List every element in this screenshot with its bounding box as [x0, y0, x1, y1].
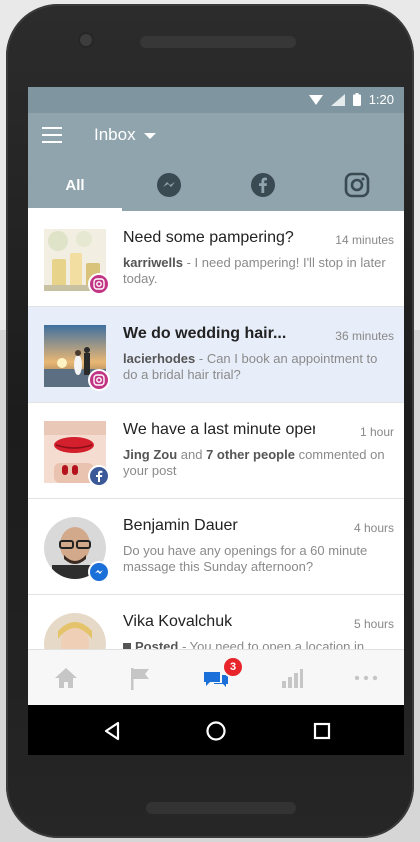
list-item[interactable]: We have a last minute open... 1 hour Jin… — [28, 403, 404, 499]
app-bar: Inbox — [28, 113, 404, 159]
message-title: Benjamin Dauer — [123, 517, 238, 534]
instagram-badge-icon — [88, 273, 110, 295]
app-screen: 1:20 Inbox All Need some pampering? 14 m… — [28, 87, 404, 755]
message-list: Need some pampering? 14 minutes karriwel… — [28, 211, 404, 649]
message-time: 4 hours — [353, 521, 394, 535]
message-preview: Posted - You need to open a location in — [123, 639, 389, 649]
caret-down-icon — [143, 133, 156, 139]
message-title: We do wedding hair... — [123, 325, 287, 342]
flag-icon — [131, 668, 149, 690]
message-time: 36 minutes — [335, 329, 394, 343]
status-time: 1:20 — [368, 92, 394, 107]
list-item[interactable]: Benjamin Dauer 4 hours Do you have any o… — [28, 499, 404, 595]
avatar — [44, 613, 106, 649]
message-title: Vika Kovalchuk — [123, 613, 233, 630]
list-item[interactable]: We do wedding hair... 36 minutes lacierh… — [28, 307, 404, 403]
bar-chart-icon — [282, 669, 303, 688]
front-camera — [80, 34, 92, 46]
bottom-nav: 3 — [28, 649, 404, 706]
home-circle-icon — [206, 721, 226, 741]
nav-stats[interactable] — [278, 664, 306, 692]
preview-text: - You need to open a location in — [178, 639, 365, 649]
status-bar: 1:20 — [28, 87, 404, 113]
recents-button[interactable] — [310, 719, 334, 743]
message-time: 14 minutes — [335, 233, 394, 247]
message-preview: karriwells - I need pampering! I'll stop… — [123, 255, 389, 287]
home-icon — [55, 668, 77, 688]
earpiece-speaker — [140, 36, 296, 48]
back-triangle-icon — [104, 721, 120, 741]
system-nav-bar — [28, 705, 404, 755]
more-dots-icon — [354, 675, 378, 681]
nav-flag[interactable] — [126, 664, 154, 692]
nav-home[interactable] — [52, 664, 80, 692]
instagram-badge-icon — [88, 369, 110, 391]
inbox-dropdown[interactable]: Inbox — [94, 125, 156, 145]
messenger-icon — [157, 173, 181, 197]
message-title: Need some pampering? — [123, 229, 294, 246]
list-item[interactable]: Need some pampering? 14 minutes karriwel… — [28, 211, 404, 307]
list-item[interactable]: Vika Kovalchuk 5 hours Posted - You need… — [28, 595, 404, 649]
hamburger-menu-icon[interactable] — [42, 127, 62, 143]
unread-count-badge: 3 — [222, 656, 244, 678]
wifi-icon — [308, 94, 323, 105]
sender-name: Jing Zou — [123, 447, 178, 462]
message-time: 5 hours — [353, 617, 394, 631]
battery-icon — [352, 93, 361, 106]
preview-connector: and — [177, 447, 207, 462]
page-title: Inbox — [94, 125, 136, 144]
status-icons: 1:20 — [308, 92, 394, 107]
sender-name: karriwells — [123, 255, 183, 270]
nav-more[interactable] — [352, 664, 380, 692]
sender-others: 7 other people — [206, 447, 295, 462]
signal-icon — [330, 93, 345, 106]
tab-facebook[interactable] — [216, 159, 310, 211]
message-preview: Do you have any openings for a 60 minute… — [123, 543, 368, 574]
back-button[interactable] — [100, 719, 124, 743]
sender-name: lacierhodes — [123, 351, 196, 366]
tab-instagram[interactable] — [310, 159, 404, 211]
home-system-button[interactable] — [204, 719, 228, 743]
tab-all[interactable]: All — [28, 159, 122, 211]
message-preview: Jing Zou and 7 other people commented on… — [123, 447, 389, 479]
source-tabs: All — [28, 159, 404, 211]
tab-messenger[interactable] — [122, 159, 216, 211]
bottom-speaker — [146, 802, 296, 814]
facebook-badge-icon — [88, 465, 110, 487]
message-time: 1 hour — [359, 425, 394, 439]
messenger-badge-icon — [88, 561, 110, 583]
message-title: We have a last minute open... — [123, 421, 315, 438]
message-preview: lacierhodes - Can I book an appointment … — [123, 351, 389, 383]
tab-all-label: All — [65, 176, 85, 194]
sender-name: Posted — [135, 639, 179, 649]
recents-square-icon — [313, 722, 331, 740]
instagram-icon — [344, 172, 370, 198]
facebook-icon — [251, 173, 275, 197]
